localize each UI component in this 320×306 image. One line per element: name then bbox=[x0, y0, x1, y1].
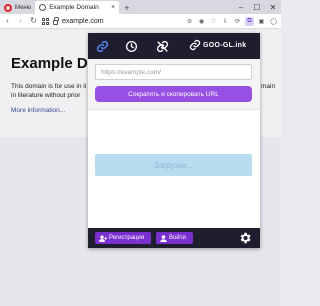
link-icon[interactable] bbox=[94, 38, 110, 54]
url-input[interactable] bbox=[95, 64, 252, 80]
tab-close-icon[interactable]: × bbox=[111, 4, 115, 11]
paragraph-line-1: This domain is for use in il bbox=[11, 83, 87, 90]
menu-label: Меню bbox=[15, 4, 32, 11]
url-field[interactable]: example.com bbox=[62, 18, 104, 25]
back-icon[interactable]: ‹ bbox=[3, 14, 12, 28]
address-bar-actions: ⊘ ◉ ♡ ⇩ ⟳ ⧉ ▣ ◯ bbox=[185, 16, 278, 26]
camera-icon[interactable]: ◉ bbox=[197, 17, 206, 26]
speed-dial-icon[interactable] bbox=[42, 17, 49, 25]
heart-icon[interactable]: ♡ bbox=[209, 17, 218, 26]
maximize-icon[interactable]: ☐ bbox=[249, 3, 265, 12]
gear-icon[interactable] bbox=[238, 231, 252, 245]
tab-example-domain[interactable]: Example Domain × bbox=[35, 1, 120, 14]
page-title: Example Do bbox=[11, 55, 97, 72]
register-label: Регистрация bbox=[109, 235, 145, 241]
brand-name: GOO-GL.ink bbox=[203, 41, 247, 49]
brand-logo: GOO-GL.ink bbox=[189, 39, 246, 51]
tab-title: Example Domain bbox=[49, 4, 99, 11]
clock-icon[interactable] bbox=[123, 38, 139, 54]
register-button[interactable]: Регистрация bbox=[95, 232, 151, 244]
page-paragraph: This domain is for use in il in literatu… bbox=[11, 82, 91, 100]
history-icon[interactable]: ⟳ bbox=[233, 17, 242, 26]
popup-footer: Регистрация Войти bbox=[88, 228, 260, 248]
new-tab-button[interactable]: + bbox=[119, 2, 134, 14]
more-information-link[interactable]: More information... bbox=[11, 107, 65, 114]
user-icon bbox=[160, 234, 167, 242]
browser-tab-bar: Меню Example Domain × + – ☐ ✕ bbox=[0, 0, 281, 14]
paragraph-line-2: in literature without prior bbox=[11, 92, 81, 99]
profile-icon[interactable]: ◯ bbox=[269, 17, 278, 26]
window-controls: – ☐ ✕ bbox=[233, 0, 281, 14]
loading-indicator: Загрузка... bbox=[95, 154, 252, 176]
close-icon[interactable]: ✕ bbox=[265, 3, 281, 12]
brand-link-icon bbox=[189, 39, 201, 51]
link-icon[interactable] bbox=[154, 38, 170, 54]
opera-logo-icon bbox=[4, 3, 12, 12]
login-button[interactable]: Войти bbox=[156, 232, 193, 244]
extensions-icon[interactable]: ▣ bbox=[257, 17, 266, 26]
forward-icon[interactable]: › bbox=[16, 14, 25, 28]
shorten-copy-button[interactable]: Сократить и скопировать URL bbox=[95, 86, 252, 102]
globe-icon bbox=[39, 4, 47, 11]
opera-menu-button[interactable]: Меню bbox=[0, 1, 35, 14]
vpn-icon[interactable]: ⊘ bbox=[185, 17, 194, 26]
reload-icon[interactable]: ↻ bbox=[29, 14, 38, 28]
lock-icon[interactable] bbox=[53, 16, 59, 25]
goo-gl-extension-icon[interactable]: ⧉ bbox=[245, 16, 254, 26]
shorten-form: Сократить и скопировать URL bbox=[88, 59, 260, 110]
add-user-icon bbox=[99, 235, 107, 242]
login-label: Войти bbox=[169, 235, 186, 241]
address-bar: ‹ › ↻ example.com ⊘ ◉ ♡ ⇩ ⟳ ⧉ ▣ ◯ bbox=[0, 14, 281, 29]
page-paragraph-right: main bbox=[261, 83, 276, 90]
popup-header: GOO-GL.ink bbox=[88, 33, 260, 59]
minimize-icon[interactable]: – bbox=[233, 3, 249, 12]
download-icon[interactable]: ⇩ bbox=[221, 17, 230, 26]
extension-popup: GOO-GL.ink Сократить и скопировать URL З… bbox=[88, 33, 260, 248]
